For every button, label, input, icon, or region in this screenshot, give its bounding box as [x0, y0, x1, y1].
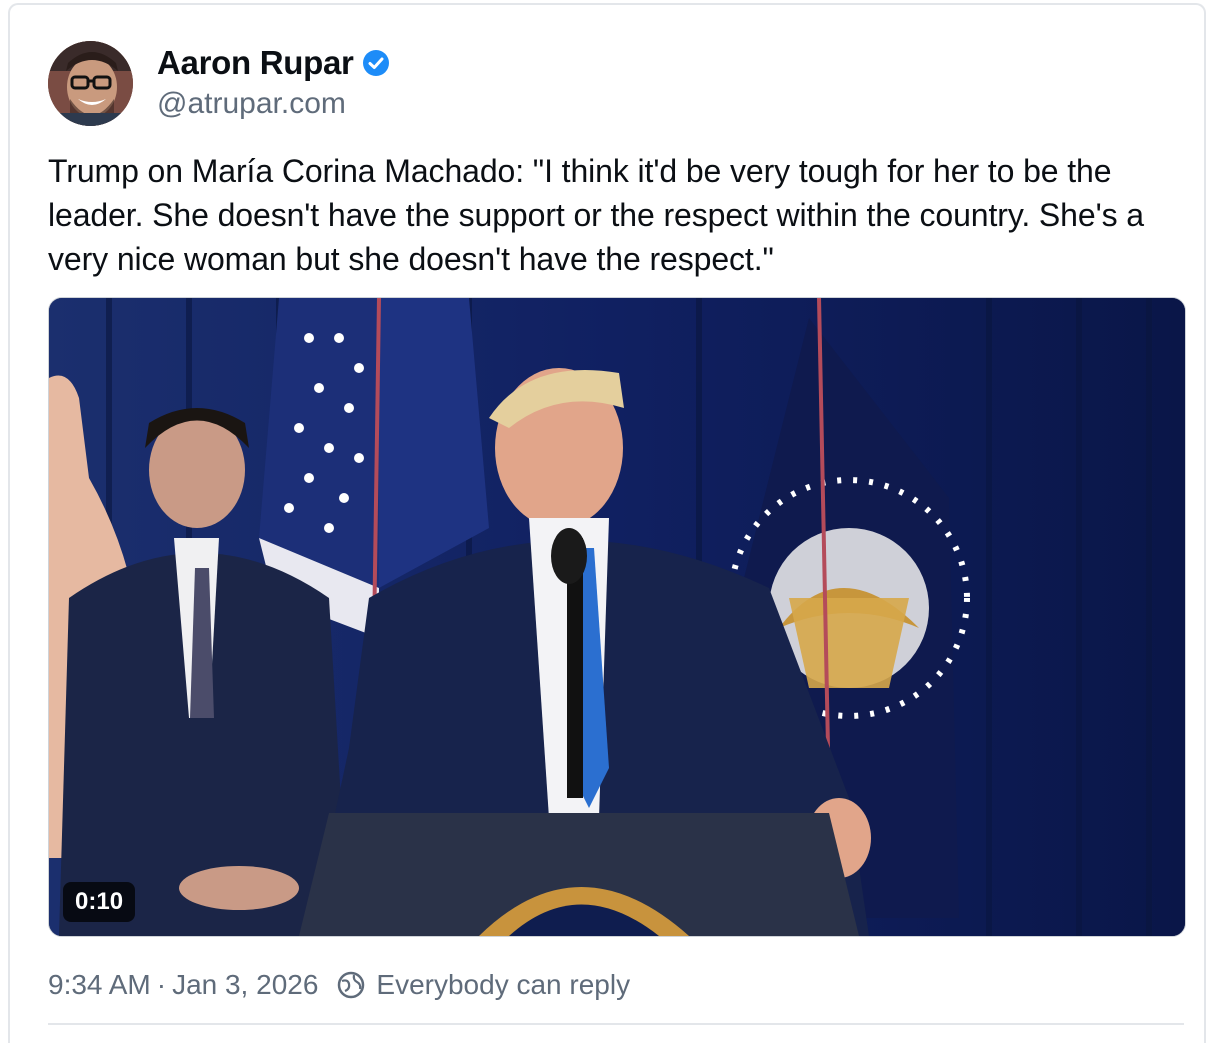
globe-reply-icon: [338, 971, 365, 999]
post-date[interactable]: Jan 3, 2026: [172, 969, 318, 1001]
author-name-row: Aaron Rupar: [157, 43, 390, 83]
divider: [48, 1023, 1184, 1025]
author-handle[interactable]: @atrupar.com: [157, 87, 346, 121]
video-thumbnail: [49, 298, 1185, 936]
verified-badge-icon: [362, 50, 389, 76]
reply-setting[interactable]: Everybody can reply: [376, 969, 630, 1001]
video-player[interactable]: 0:10: [48, 297, 1186, 937]
meta-separator: ·: [156, 969, 167, 1000]
post-text: Trump on María Corina Machado: "I think …: [48, 153, 1144, 277]
author-avatar[interactable]: [48, 41, 133, 126]
post-card: Aaron Rupar @atrupar.com Trump on María …: [8, 3, 1206, 1043]
post-meta: 9:34 AM · Jan 3, 2026 Everybody can repl…: [48, 965, 630, 1005]
post-time[interactable]: 9:34 AM: [48, 969, 151, 1001]
avatar-photo: [48, 41, 133, 126]
author-display-name[interactable]: Aaron Rupar: [157, 44, 354, 82]
video-duration: 0:10: [63, 882, 136, 922]
